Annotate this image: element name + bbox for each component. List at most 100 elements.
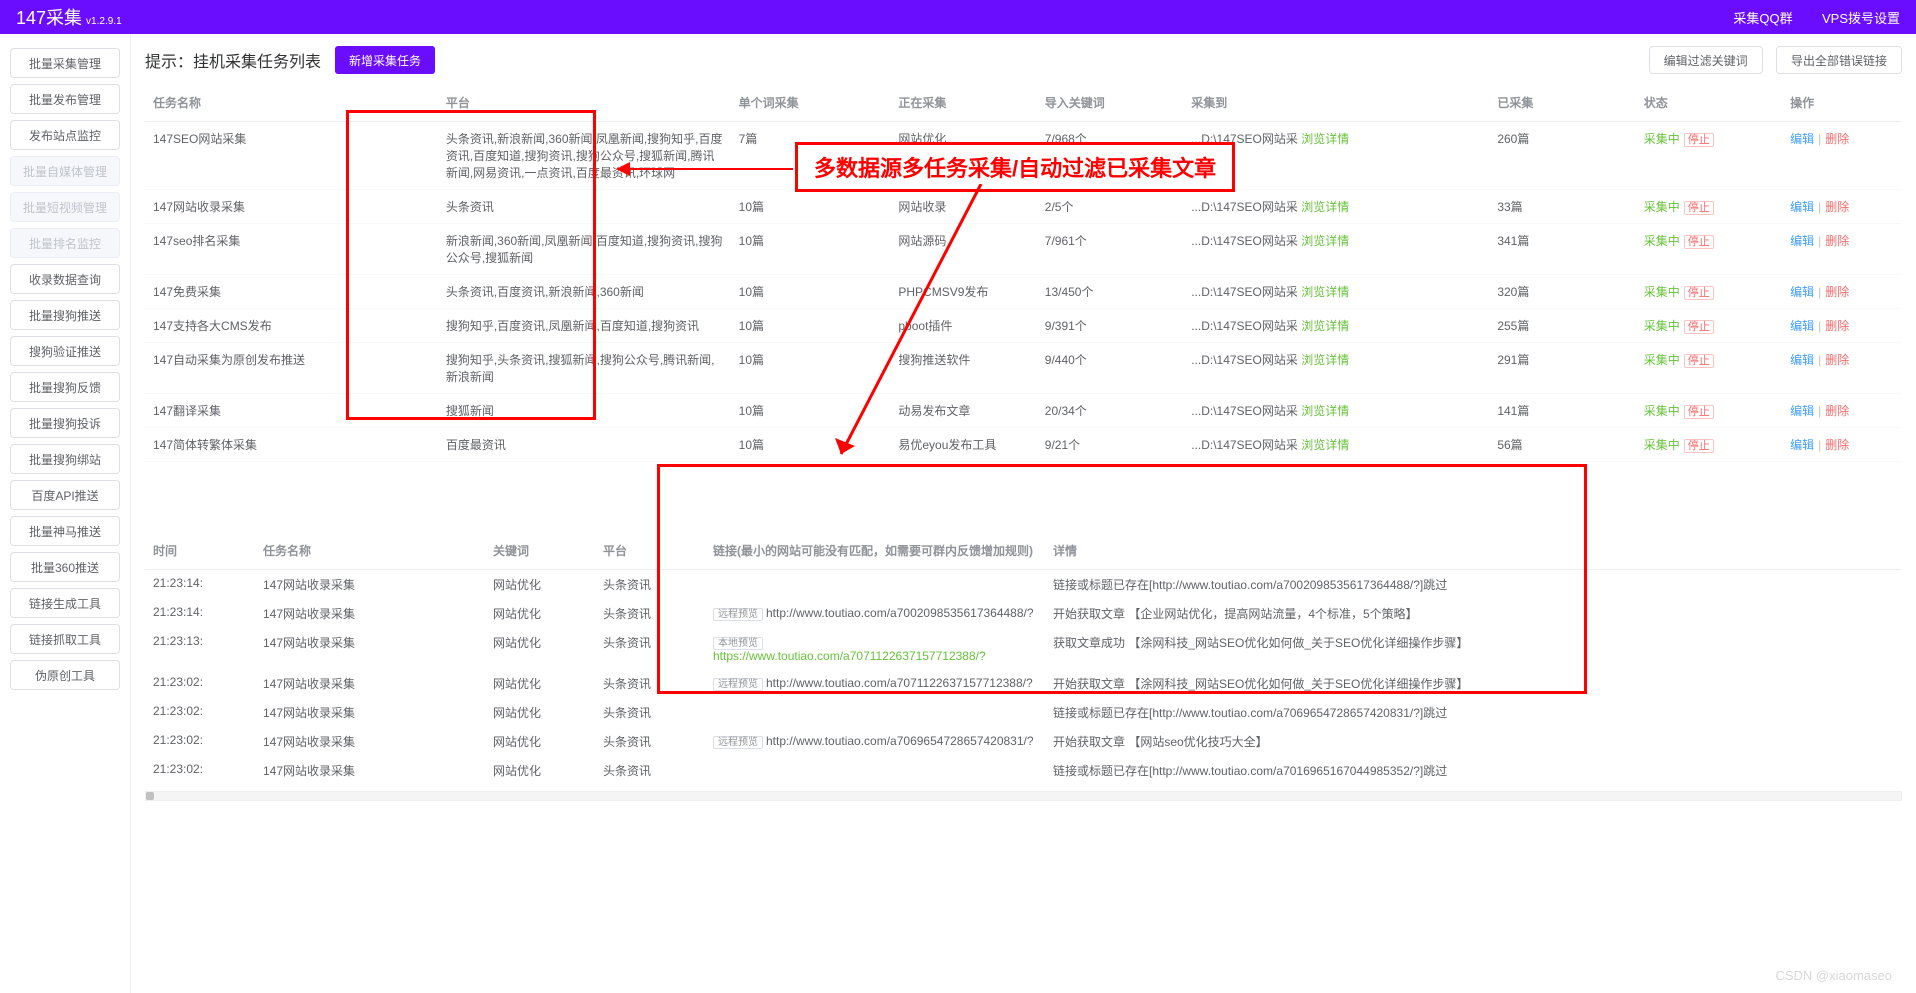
sidebar-item-8[interactable]: 搜狗验证推送	[10, 336, 120, 366]
page-tip: 提示：挂机采集任务列表	[145, 48, 321, 72]
task-name: 147免费采集	[145, 275, 438, 309]
log-plat: 头条资讯	[595, 628, 705, 669]
task-table: 任务名称平台单个词采集正在采集导入关键词采集到已采集状态操作 147SEO网站采…	[145, 84, 1902, 462]
edit-button[interactable]: 编辑	[1790, 200, 1814, 214]
log-link[interactable]: http://www.toutiao.com/a7002098535617364…	[766, 606, 1034, 620]
stop-button[interactable]: 停止	[1684, 286, 1714, 300]
log-kw: 网站优化	[485, 570, 595, 600]
delete-button[interactable]: 删除	[1825, 438, 1849, 452]
sidebar-item-12[interactable]: 百度API推送	[10, 480, 120, 510]
log-detail: 链接或标题已存在[http://www.toutiao.com/a7016965…	[1045, 756, 1902, 785]
horizontal-scrollbar[interactable]	[145, 791, 1902, 801]
task-done: 320篇	[1489, 275, 1635, 309]
task-row[interactable]: 147简体转繁体采集百度最资讯10篇易优eyou发布工具9/21个...D:\1…	[145, 428, 1902, 462]
task-row[interactable]: 147免费采集头条资讯,百度资讯,新浪新闻,360新闻10篇PHPCMSV9发布…	[145, 275, 1902, 309]
view-detail-link[interactable]: 浏览详情	[1301, 319, 1349, 333]
sidebar-item-16[interactable]: 链接抓取工具	[10, 624, 120, 654]
edit-button[interactable]: 编辑	[1790, 353, 1814, 367]
new-task-button[interactable]: 新增采集任务	[335, 46, 435, 74]
log-detail: 开始获取文章 【网站seo优化技巧大全】	[1045, 727, 1902, 756]
log-plat: 头条资讯	[595, 570, 705, 600]
edit-button[interactable]: 编辑	[1790, 132, 1814, 146]
preview-badge[interactable]: 远程预览	[713, 736, 763, 749]
delete-button[interactable]: 删除	[1825, 353, 1849, 367]
task-row[interactable]: 147翻译采集搜狐新闻10篇动易发布文章20/34个...D:\147SEO网站…	[145, 394, 1902, 428]
sidebar-item-2[interactable]: 发布站点监控	[10, 120, 120, 150]
stop-button[interactable]: 停止	[1684, 133, 1714, 147]
view-detail-link[interactable]: 浏览详情	[1301, 285, 1349, 299]
brand: 147采集 v1.2.9.1	[16, 4, 122, 30]
delete-button[interactable]: 删除	[1825, 285, 1849, 299]
edit-button[interactable]: 编辑	[1790, 438, 1814, 452]
view-detail-link[interactable]: 浏览详情	[1301, 234, 1349, 248]
task-row[interactable]: 147网站收录采集头条资讯10篇网站收录2/5个...D:\147SEO网站采 …	[145, 190, 1902, 224]
log-link[interactable]: https://www.toutiao.com/a707112263715771…	[713, 649, 986, 663]
log-kw: 网站优化	[485, 599, 595, 628]
sidebar-item-6[interactable]: 收录数据查询	[10, 264, 120, 294]
delete-button[interactable]: 删除	[1825, 234, 1849, 248]
task-ops: 编辑|删除	[1782, 190, 1902, 224]
stop-button[interactable]: 停止	[1684, 405, 1714, 419]
task-name: 147seo排名采集	[145, 224, 438, 275]
view-detail-link[interactable]: 浏览详情	[1301, 132, 1349, 146]
top-links: 采集QQ群 VPS拨号设置	[1707, 8, 1900, 27]
edit-button[interactable]: 编辑	[1790, 234, 1814, 248]
task-to: ...D:\147SEO网站采 浏览详情	[1183, 275, 1489, 309]
sidebar-item-0[interactable]: 批量采集管理	[10, 48, 120, 78]
task-status: 采集中停止	[1636, 190, 1782, 224]
task-platform: 新浪新闻,360新闻,凤凰新闻,百度知道,搜狗资讯,搜狗公众号,搜狐新闻	[438, 224, 731, 275]
task-platform: 头条资讯	[438, 190, 731, 224]
edit-button[interactable]: 编辑	[1790, 404, 1814, 418]
stop-button[interactable]: 停止	[1684, 235, 1714, 249]
sidebar-item-9[interactable]: 批量搜狗反馈	[10, 372, 120, 402]
delete-button[interactable]: 删除	[1825, 132, 1849, 146]
export-errors-button[interactable]: 导出全部错误链接	[1776, 46, 1902, 74]
log-row: 21:23:02:147网站收录采集网站优化头条资讯链接或标题已存在[http:…	[145, 698, 1902, 727]
log-link[interactable]: http://www.toutiao.com/a7071122637157712…	[766, 676, 1033, 690]
sidebar-item-17[interactable]: 伪原创工具	[10, 660, 120, 690]
sidebar-item-13[interactable]: 批量神马推送	[10, 516, 120, 546]
task-platform: 搜狗知乎,百度资讯,凤凰新闻,百度知道,搜狗资讯	[438, 309, 731, 343]
edit-button[interactable]: 编辑	[1790, 319, 1814, 333]
task-platform: 头条资讯,百度资讯,新浪新闻,360新闻	[438, 275, 731, 309]
task-now: 易优eyou发布工具	[890, 428, 1036, 462]
task-kw: 7/961个	[1037, 224, 1183, 275]
log-link-cell	[705, 756, 1045, 785]
task-row[interactable]: 147支持各大CMS发布搜狗知乎,百度资讯,凤凰新闻,百度知道,搜狗资讯10篇p…	[145, 309, 1902, 343]
stop-button[interactable]: 停止	[1684, 354, 1714, 368]
delete-button[interactable]: 删除	[1825, 404, 1849, 418]
stop-button[interactable]: 停止	[1684, 439, 1714, 453]
log-link[interactable]: http://www.toutiao.com/a7069654728657420…	[766, 734, 1034, 748]
stop-button[interactable]: 停止	[1684, 201, 1714, 215]
sidebar-item-7[interactable]: 批量搜狗推送	[10, 300, 120, 330]
filter-keyword-button[interactable]: 编辑过滤关键词	[1649, 46, 1763, 74]
log-kw: 网站优化	[485, 698, 595, 727]
log-col-header: 关键词	[485, 532, 595, 570]
view-detail-link[interactable]: 浏览详情	[1301, 353, 1349, 367]
task-col-header: 导入关键词	[1037, 84, 1183, 122]
sidebar-item-15[interactable]: 链接生成工具	[10, 588, 120, 618]
view-detail-link[interactable]: 浏览详情	[1301, 200, 1349, 214]
stop-button[interactable]: 停止	[1684, 320, 1714, 334]
sidebar-item-14[interactable]: 批量360推送	[10, 552, 120, 582]
view-detail-link[interactable]: 浏览详情	[1301, 404, 1349, 418]
task-ops: 编辑|删除	[1782, 394, 1902, 428]
delete-button[interactable]: 删除	[1825, 319, 1849, 333]
sidebar-item-11[interactable]: 批量搜狗绑站	[10, 444, 120, 474]
task-row[interactable]: 147自动采集为原创发布推送搜狗知乎,头条资讯,搜狐新闻,搜狗公众号,腾讯新闻,…	[145, 343, 1902, 394]
qq-group-link[interactable]: 采集QQ群	[1733, 11, 1792, 26]
log-time: 21:23:13:	[145, 628, 255, 669]
sidebar-item-1[interactable]: 批量发布管理	[10, 84, 120, 114]
log-row: 21:23:02:147网站收录采集网站优化头条资讯远程预览http://www…	[145, 727, 1902, 756]
task-kw: 9/391个	[1037, 309, 1183, 343]
view-detail-link[interactable]: 浏览详情	[1301, 438, 1349, 452]
preview-badge[interactable]: 远程预览	[713, 678, 763, 691]
preview-badge[interactable]: 远程预览	[713, 608, 763, 621]
log-link-cell: 本地预览https://www.toutiao.com/a70711226371…	[705, 628, 1045, 669]
delete-button[interactable]: 删除	[1825, 200, 1849, 214]
task-ops: 编辑|删除	[1782, 224, 1902, 275]
task-row[interactable]: 147seo排名采集新浪新闻,360新闻,凤凰新闻,百度知道,搜狗资讯,搜狗公众…	[145, 224, 1902, 275]
sidebar-item-10[interactable]: 批量搜狗投诉	[10, 408, 120, 438]
edit-button[interactable]: 编辑	[1790, 285, 1814, 299]
vps-settings-link[interactable]: VPS拨号设置	[1822, 11, 1900, 26]
